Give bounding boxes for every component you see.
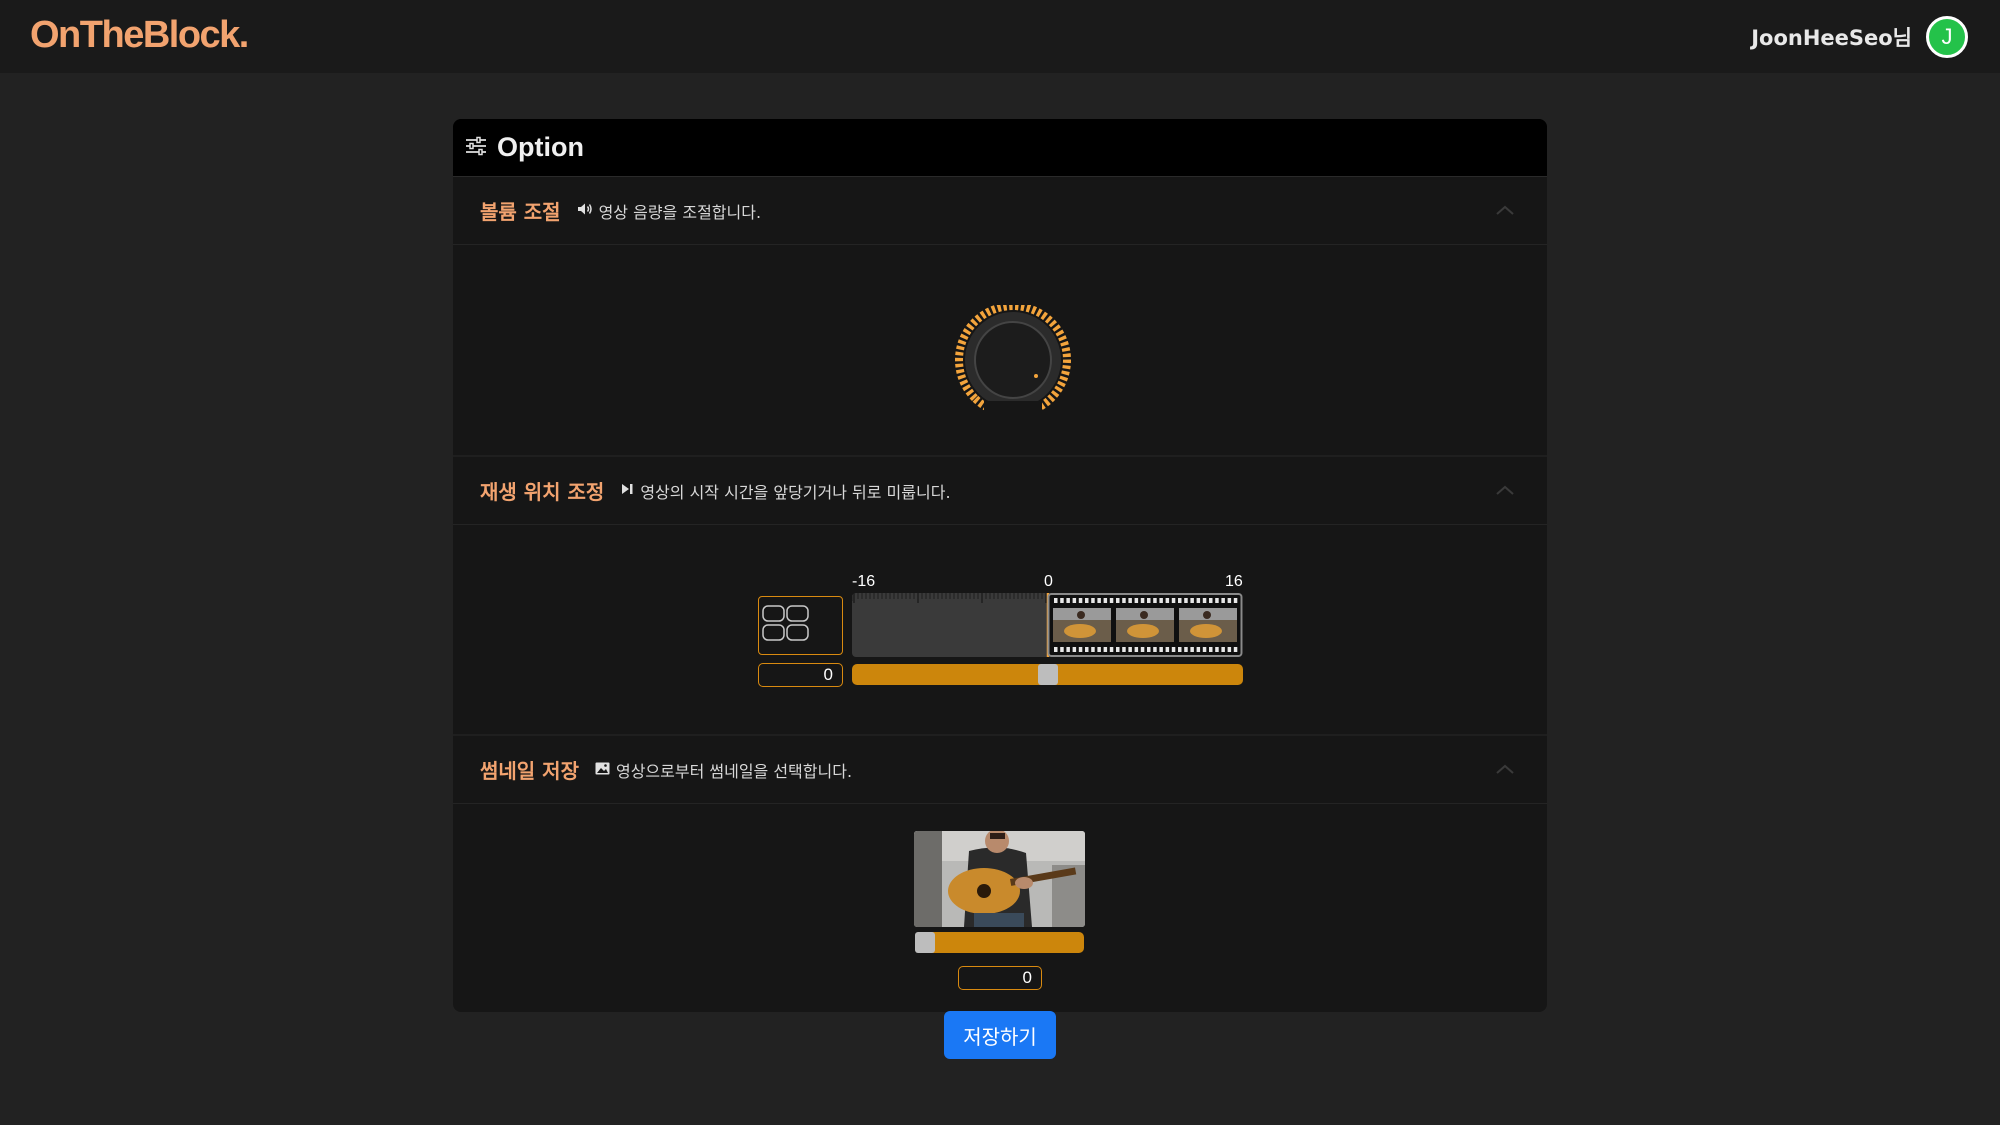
- thumbnail-section-body: 0: [453, 804, 1547, 1012]
- image-icon: [595, 760, 610, 779]
- playback-section-description: 영상의 시작 시간을 앞당기거나 뒤로 미룹니다.: [640, 482, 951, 502]
- thumbnail-section-header[interactable]: 썸네일 저장 영상으로부터 썸네일을 선택합니다.: [453, 736, 1547, 804]
- avatar[interactable]: J: [1926, 16, 1968, 58]
- top-bar: OnTheBlock. JoonHeeSeo님 J: [0, 0, 2000, 73]
- thumbnail-section-description: 영상으로부터 썸네일을 선택합니다.: [615, 761, 853, 781]
- thumbnail-preview-image: [914, 831, 1085, 927]
- speaker-icon: [577, 201, 593, 220]
- chevron-up-icon[interactable]: [1493, 758, 1517, 782]
- offset-timeline[interactable]: [852, 593, 1243, 657]
- volume-section-header[interactable]: 볼륨 조절 영상 음량을 조절합니다.: [453, 177, 1547, 245]
- chevron-up-icon[interactable]: [1493, 479, 1517, 503]
- filmstrip-frames: [1053, 608, 1237, 642]
- playback-position-section: 재생 위치 조정 영상의 시작 시간을 앞당기거나 뒤로 미룹니다. -16 0…: [453, 457, 1547, 736]
- logo[interactable]: OnTheBlock.: [30, 14, 249, 57]
- sliders-icon: [465, 136, 487, 160]
- option-panel: Option 볼륨 조절 영상 음량을 조절합니다. 재생 위치 조정 영상의 …: [453, 119, 1547, 1012]
- volume-section-body: [453, 245, 1547, 455]
- volume-knob[interactable]: [954, 305, 1072, 415]
- thumbnail-section: 썸네일 저장 영상으로부터 썸네일을 선택합니다. 0: [453, 736, 1547, 1012]
- playback-section-header[interactable]: 재생 위치 조정 영상의 시작 시간을 앞당기거나 뒤로 미룹니다.: [453, 457, 1547, 525]
- thumbnail-frame-field[interactable]: 0: [958, 966, 1042, 990]
- timeline-min-label: -16: [852, 573, 876, 590]
- playback-section-body: -16 0 16 0: [453, 525, 1547, 734]
- offset-slider-thumb[interactable]: [1037, 664, 1058, 685]
- panel-title: Option: [497, 132, 584, 162]
- save-button[interactable]: 저장하기: [944, 1011, 1056, 1059]
- timeline-zero-label: 0: [1044, 573, 1053, 590]
- timeline-max-label: 16: [1225, 573, 1243, 590]
- user-menu[interactable]: JoonHeeSeo님 J: [1751, 16, 1968, 58]
- offset-value-field[interactable]: 0: [758, 663, 843, 687]
- volume-section: 볼륨 조절 영상 음량을 조절합니다.: [453, 177, 1547, 457]
- clip-preview-box[interactable]: [758, 596, 843, 655]
- thumbnail-section-title: 썸네일 저장: [480, 759, 579, 783]
- chevron-up-icon[interactable]: [1493, 199, 1517, 223]
- offset-slider[interactable]: [852, 664, 1243, 685]
- playback-section-title: 재생 위치 조정: [480, 480, 605, 504]
- panel-header: Option: [453, 119, 1547, 177]
- volume-section-description: 영상 음량을 조절합니다.: [598, 202, 762, 222]
- thumbnail-slider[interactable]: [915, 932, 1084, 953]
- volume-section-title: 볼륨 조절: [480, 200, 561, 224]
- play-skip-icon: [620, 481, 634, 500]
- username[interactable]: JoonHeeSeo님: [1751, 22, 1912, 52]
- grid-icon: [762, 605, 809, 641]
- thumbnail-slider-thumb[interactable]: [915, 932, 935, 953]
